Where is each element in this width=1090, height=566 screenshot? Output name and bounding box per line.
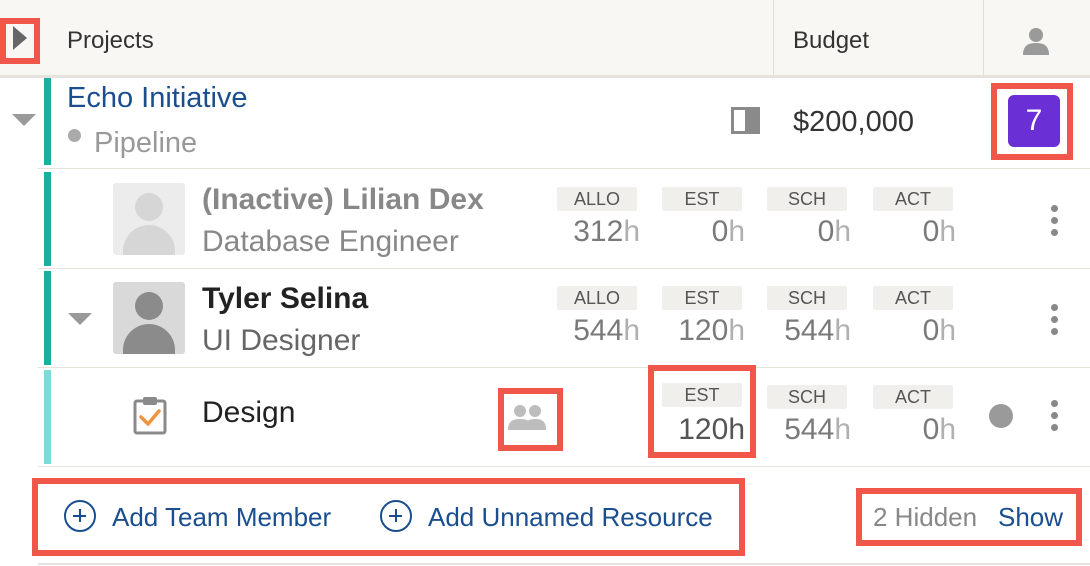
est-label: EST [662, 383, 742, 407]
est-value: 0 [711, 215, 729, 248]
sch-label: SCH [767, 286, 847, 310]
project-status: Pipeline [94, 127, 198, 159]
hidden-count: 2 Hidden [873, 502, 978, 532]
more-options-icon[interactable] [1051, 304, 1059, 340]
act-hours: 0h [856, 314, 956, 348]
budget-header[interactable]: Budget [793, 27, 869, 55]
member-role: UI Designer [202, 324, 361, 357]
hour-unit: h [939, 314, 956, 347]
row-divider [38, 367, 1090, 368]
allo-label: ALLO [557, 187, 637, 211]
sch-value: 544 [784, 413, 835, 446]
project-name-link[interactable]: Echo Initiative [67, 82, 248, 115]
clipboard-check-icon [132, 395, 168, 435]
est-value: 120 [678, 314, 729, 347]
team-group-icon[interactable] [507, 402, 547, 432]
hour-unit: h [834, 413, 851, 446]
act-value: 0 [922, 314, 940, 347]
allo-label: ALLO [557, 286, 637, 310]
est-label: EST [662, 187, 742, 211]
hour-unit: h [834, 215, 851, 248]
hour-unit: h [728, 413, 745, 446]
header-divider [983, 0, 984, 75]
sch-value: 544 [784, 314, 835, 347]
show-hidden-button[interactable]: Show [998, 502, 1063, 533]
sch-label: SCH [767, 385, 847, 409]
avatar [113, 183, 185, 255]
collapse-project-toggle[interactable] [12, 114, 36, 126]
act-value: 0 [922, 413, 940, 446]
hour-unit: h [939, 413, 956, 446]
member-name[interactable]: Tyler Selina [202, 282, 368, 316]
act-label: ACT [873, 187, 953, 211]
member-accent-bar [44, 172, 51, 266]
sch-label: SCH [767, 187, 847, 211]
row-divider [38, 268, 1090, 269]
caret-right-icon [13, 26, 27, 50]
collapse-member-toggle[interactable] [68, 313, 92, 325]
member-role: Database Engineer [202, 225, 459, 258]
hour-unit: h [728, 314, 745, 347]
act-label: ACT [873, 385, 953, 409]
act-hours: 0h [856, 215, 956, 249]
est-hours: 120h [645, 314, 745, 348]
member-count-badge[interactable]: 7 [1008, 95, 1060, 147]
allo-hours: 312h [540, 215, 640, 249]
sch-hours: 544h [751, 413, 851, 447]
add-circle-icon[interactable] [64, 500, 96, 532]
allo-value: 312 [573, 215, 624, 248]
table-header [0, 0, 1090, 78]
act-value: 0 [922, 215, 940, 248]
allo-hours: 544h [540, 314, 640, 348]
projects-header[interactable]: Projects [67, 27, 154, 55]
task-accent-bar [44, 370, 51, 464]
more-options-icon[interactable] [1051, 205, 1059, 241]
act-hours: 0h [856, 413, 956, 447]
project-accent-bar [44, 78, 51, 165]
add-team-member-button[interactable]: Add Team Member [112, 502, 331, 533]
avatar [113, 282, 185, 354]
status-circle-icon[interactable] [989, 404, 1013, 428]
hour-unit: h [623, 314, 640, 347]
est-value: 120 [678, 413, 729, 446]
project-budget: $200,000 [793, 106, 914, 138]
act-label: ACT [873, 286, 953, 310]
est-hours: 0h [645, 215, 745, 249]
hour-unit: h [939, 215, 956, 248]
header-divider [773, 0, 774, 75]
add-circle-icon[interactable] [380, 500, 412, 532]
hour-unit: h [728, 215, 745, 248]
panel-toggle-icon[interactable] [731, 107, 760, 134]
bottom-divider [38, 563, 1090, 565]
allo-value: 544 [573, 314, 624, 347]
est-hours[interactable]: 120h [645, 413, 745, 447]
row-divider [38, 168, 1090, 169]
task-name[interactable]: Design [202, 396, 295, 430]
more-options-icon[interactable] [1051, 400, 1059, 436]
hour-unit: h [623, 215, 640, 248]
row-divider [38, 466, 1090, 467]
caret-down-icon [12, 114, 36, 126]
est-label: EST [662, 286, 742, 310]
hour-unit: h [834, 314, 851, 347]
expand-sidebar-button[interactable] [13, 26, 27, 50]
member-accent-bar [44, 271, 51, 365]
add-unnamed-resource-button[interactable]: Add Unnamed Resource [428, 502, 713, 533]
sch-hours: 0h [751, 215, 851, 249]
caret-down-icon [68, 313, 92, 325]
person-icon[interactable] [1021, 26, 1051, 56]
member-name[interactable]: (Inactive) Lilian Dex [202, 183, 484, 217]
status-dot-icon [68, 129, 81, 142]
sch-hours: 544h [751, 314, 851, 348]
sch-value: 0 [817, 215, 835, 248]
